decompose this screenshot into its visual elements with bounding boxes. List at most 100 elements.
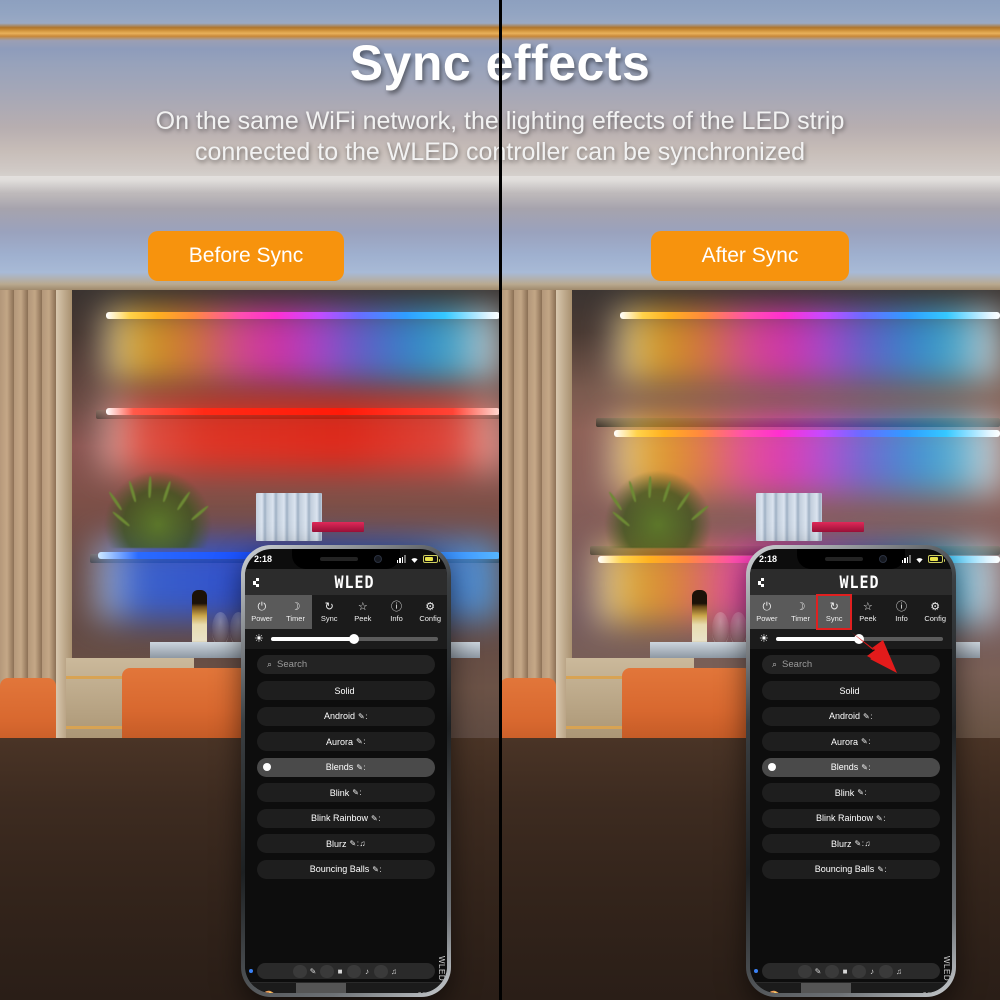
effect-mods: ✎:: [861, 737, 871, 746]
power-icon: ⏻: [762, 600, 772, 613]
books-after: [756, 493, 822, 541]
search-icon: ⌕: [267, 659, 273, 669]
effect-mods: ✎:: [876, 813, 886, 823]
effect-row-solid[interactable]: Solid: [762, 681, 940, 700]
speed-filter-pill[interactable]: ✎: [308, 967, 319, 976]
filter-pill-bg-3[interactable]: [346, 964, 361, 978]
nav-segments[interactable]: ◆ Segments: [851, 983, 902, 993]
wled-logo: WLED: [334, 571, 375, 593]
toolbar-peek-label: Peek: [354, 613, 372, 623]
double-note-filter-pill[interactable]: ♫: [389, 967, 400, 976]
brightness-row-before: ☀: [245, 629, 447, 649]
brightness-slider[interactable]: [270, 634, 438, 644]
filter-pill-bg-3[interactable]: [851, 964, 866, 978]
brightness-slider[interactable]: [775, 634, 943, 644]
effect-name: Solid: [334, 685, 355, 696]
signal-bars-icon: [901, 555, 911, 563]
brightness-icon: ☀: [254, 632, 264, 645]
nav-effects[interactable]: ☺ Effects: [800, 983, 851, 993]
effect-row-bouncing-balls[interactable]: Bouncing Balls ✎:: [257, 859, 435, 879]
effect-row-blends[interactable]: Blends ✎:: [257, 757, 435, 777]
moon-icon: ☽: [795, 600, 806, 613]
square-filter-pill[interactable]: ■: [840, 967, 851, 976]
effect-name: Blends: [325, 762, 354, 772]
layers-icon: ◆: [367, 991, 376, 993]
music-note-filter-pill[interactable]: ♪: [867, 967, 878, 976]
toolbar-info-button[interactable]: ⓘ Info: [380, 595, 414, 629]
effect-row-blink-rainbow[interactable]: Blink Rainbow ✎:: [257, 808, 435, 828]
search-icon: ⌕: [772, 659, 778, 669]
toolbar-config-label: Config: [924, 613, 947, 623]
led-glow-1-before: [104, 308, 500, 382]
filter-pill-bg-2[interactable]: [824, 964, 839, 978]
wine-bottle-before: [192, 590, 207, 646]
square-filter-pill[interactable]: ■: [335, 967, 346, 976]
phone-before-sync: 2:18 WLED ⏻ Power ☽ Timer ↻ Sync ☆ Peek …: [241, 545, 451, 997]
effect-mods: ✎:: [861, 762, 872, 772]
effect-row-blink[interactable]: Blink ✎:: [257, 783, 435, 802]
search-input[interactable]: ⌕ Search: [257, 655, 435, 674]
status-bar-before: 2:18: [245, 549, 447, 569]
toolbar-config-button[interactable]: ⚙ Config: [918, 595, 952, 629]
effect-row-android[interactable]: Android ✎:: [257, 706, 435, 726]
music-note-filter-pill[interactable]: ♪: [362, 967, 373, 976]
toolbar-sync-button[interactable]: ↻ Sync: [312, 595, 346, 629]
effect-row-bouncing-balls[interactable]: Bouncing Balls ✎:: [762, 859, 940, 879]
sync-icon: ↻: [324, 600, 334, 613]
red-book-before: [312, 522, 364, 532]
filter-pill-bg-2[interactable]: [319, 964, 334, 978]
sync-highlight-box: [816, 594, 853, 630]
badge-before-sync: Before Sync: [148, 231, 344, 281]
effect-name: Bouncing Balls: [814, 864, 875, 874]
effect-row-blends[interactable]: Blends ✎:: [762, 757, 940, 777]
toolbar-timer-button[interactable]: ☽ Timer: [783, 595, 818, 629]
back-chevron-icon[interactable]: [253, 576, 262, 589]
toolbar-power-button[interactable]: ⏻ Power: [245, 595, 279, 629]
effect-row-blurz[interactable]: Blurz ✎:♫: [762, 834, 940, 853]
effect-name: Android: [324, 711, 356, 721]
nav-segments[interactable]: ◆ Segments: [346, 983, 397, 993]
effect-name: Solid: [839, 685, 860, 696]
effect-row-solid[interactable]: Solid: [257, 681, 435, 700]
wine-glass-2-after: [730, 612, 747, 646]
toolbar-power-label: Power: [756, 613, 778, 623]
phone-screen-before: 2:18 WLED ⏻ Power ☽ Timer ↻ Sync ☆ Peek …: [245, 549, 447, 993]
toolbar-info-button[interactable]: ⓘ Info: [885, 595, 919, 629]
all-filter-pill[interactable]: [292, 964, 307, 978]
effect-row-blink[interactable]: Blink ✎:: [762, 783, 940, 802]
phone-after-sync: 2:18 WLED ⏻ Power ☽ Timer ↻ Sync ☆ Peek …: [746, 545, 956, 997]
brightness-slider-thumb[interactable]: [349, 634, 360, 644]
effects-list-after: ⌕ Search Solid Android ✎: Aurora ✎: Blen…: [750, 649, 952, 960]
toolbar-after: ⏻ Power ☽ Timer ↻ Sync ☆ Peek ⓘ Info ⚙ C…: [750, 594, 952, 630]
toolbar-sync-button[interactable]: ↻ Sync: [816, 594, 853, 630]
effect-name: Blink: [329, 787, 350, 798]
filter-pill-bg-4[interactable]: [878, 964, 893, 978]
status-icons: [901, 555, 945, 564]
effect-filter-pills[interactable]: ✎ ■ ♪ ♫: [257, 963, 435, 979]
effect-row-aurora[interactable]: Aurora ✎:: [762, 732, 940, 751]
effect-filter-pills[interactable]: ✎ ■ ♪ ♫: [762, 963, 940, 979]
toolbar-config-button[interactable]: ⚙ Config: [413, 595, 447, 629]
toolbar-peek-button[interactable]: ☆ Peek: [346, 595, 380, 629]
effect-mods: ✎:: [371, 813, 381, 823]
heart-icon: ♡: [921, 991, 932, 993]
toolbar-peek-button[interactable]: ☆ Peek: [851, 595, 885, 629]
wine-bottle-after: [692, 590, 707, 646]
gear-icon: ⚙: [425, 600, 436, 613]
effect-row-android[interactable]: Android ✎:: [762, 706, 940, 726]
effect-row-blurz[interactable]: Blurz ✎:♫: [257, 834, 435, 853]
speed-filter-pill[interactable]: ✎: [813, 967, 824, 976]
brightness-slider-thumb[interactable]: [854, 634, 865, 644]
back-chevron-icon[interactable]: [758, 576, 767, 589]
badge-after-sync: After Sync: [651, 231, 849, 281]
all-filter-pill[interactable]: [797, 964, 812, 978]
effect-row-blink-rainbow[interactable]: Blink Rainbow ✎:: [762, 808, 940, 828]
filter-pill-bg-4[interactable]: [373, 964, 388, 978]
double-note-filter-pill[interactable]: ♫: [894, 967, 905, 976]
toolbar-timer-button[interactable]: ☽ Timer: [278, 595, 313, 629]
toolbar-power-button[interactable]: ⏻ Power: [750, 595, 784, 629]
effect-row-aurora[interactable]: Aurora ✎:: [257, 732, 435, 751]
search-input[interactable]: ⌕ Search: [762, 655, 940, 674]
effect-mods: ✎:: [356, 762, 367, 772]
nav-effects[interactable]: ☺ Effects: [295, 983, 346, 993]
